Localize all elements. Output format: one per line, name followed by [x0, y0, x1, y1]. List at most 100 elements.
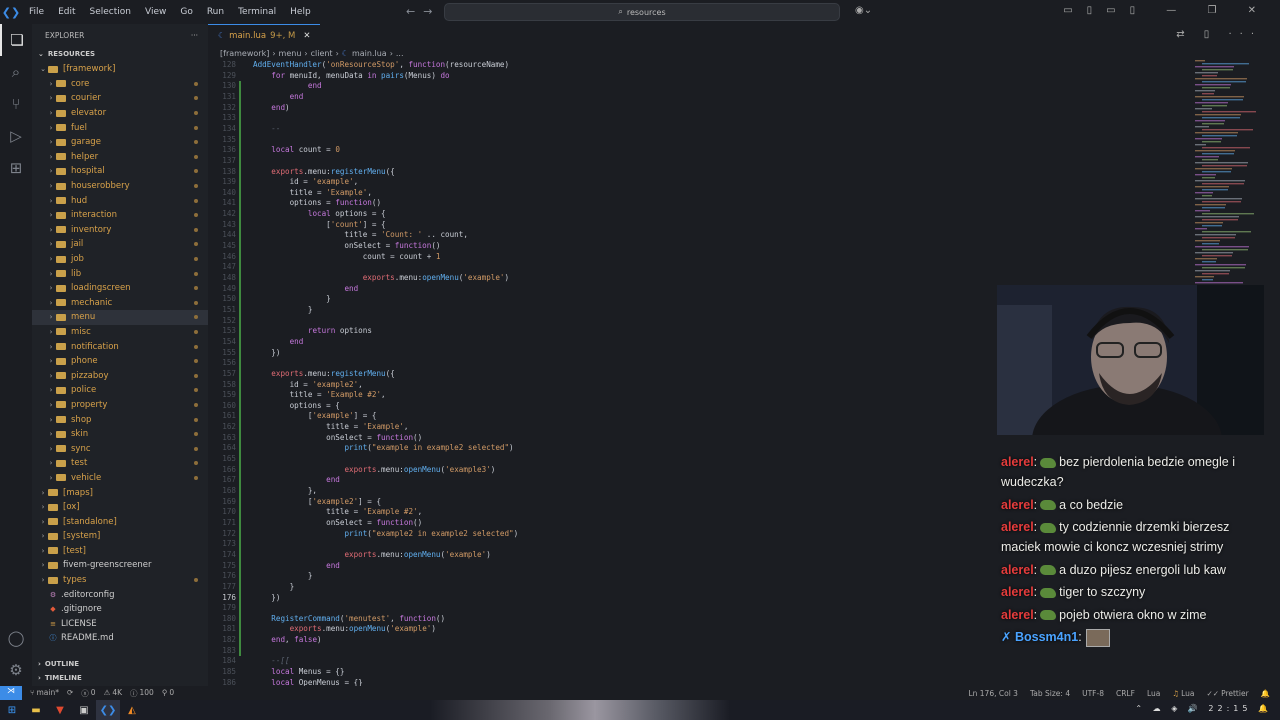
folder-item[interactable]: › menu [32, 310, 208, 325]
folder-item[interactable]: › [ox] [32, 500, 208, 515]
folder-item[interactable]: › courier [32, 91, 208, 106]
menu-view[interactable]: View [138, 7, 173, 17]
code-line[interactable]: id = 'example2', [253, 380, 363, 389]
folder-item[interactable]: › skin [32, 427, 208, 442]
run-debug-icon[interactable]: ▷ [0, 120, 32, 152]
close-icon[interactable]: ✕ [303, 31, 310, 41]
code-line[interactable]: ['example'] = { [253, 411, 377, 420]
menu-terminal[interactable]: Terminal [231, 7, 283, 17]
folder-item[interactable]: › misc [32, 325, 208, 340]
timeline-section[interactable]: › TIMELINE [32, 670, 82, 686]
minimap[interactable] [1191, 60, 1273, 305]
folder-item[interactable]: › phone [32, 354, 208, 369]
code-line[interactable]: end [253, 337, 304, 346]
code-line[interactable]: print("example in example2 selected") [253, 443, 513, 452]
code-line[interactable]: print("example2 in example2 selected") [253, 529, 518, 538]
crumb-more[interactable]: ... [396, 49, 404, 58]
folder-item[interactable]: › hud [32, 193, 208, 208]
code-line[interactable]: end [253, 92, 304, 101]
folder-item[interactable]: › [test] [32, 544, 208, 559]
folder-item[interactable]: › loadingscreen [32, 281, 208, 296]
code-line[interactable]: -- [253, 124, 280, 133]
chevron-right-icon[interactable]: › [46, 386, 56, 394]
code-line[interactable]: local Menus = {} [253, 667, 344, 676]
folder-item[interactable]: › job [32, 252, 208, 267]
ports-count[interactable]: 0 [169, 688, 174, 699]
code-line[interactable]: exports.menu:registerMenu({ [253, 369, 394, 378]
folder-item[interactable]: › [system] [32, 529, 208, 544]
code-line[interactable]: ['count'] = { [253, 220, 385, 229]
resources-section[interactable]: ⌄ RESOURCES [32, 46, 208, 62]
error-count[interactable]: 0 [91, 688, 96, 699]
chevron-right-icon[interactable]: › [46, 459, 56, 467]
menu-selection[interactable]: Selection [83, 7, 138, 17]
chevron-right-icon[interactable]: › [46, 182, 56, 190]
line-ending[interactable]: CRLF [1116, 689, 1135, 698]
folder-item[interactable]: › shop [32, 412, 208, 427]
code-line[interactable]: options = { [253, 401, 340, 410]
chevron-right-icon[interactable]: › [38, 518, 48, 526]
code-line[interactable]: } [253, 582, 295, 591]
code-line[interactable]: title = 'Count: ' .. count, [253, 230, 467, 239]
code-line[interactable]: exports.menu:openMenu('example3') [253, 465, 495, 474]
chevron-right-icon[interactable]: › [38, 503, 48, 511]
crumb-file[interactable]: main.lua [352, 49, 387, 58]
chevron-right-icon[interactable]: › [38, 532, 48, 540]
chevron-right-icon[interactable]: › [46, 153, 56, 161]
tab-size[interactable]: Tab Size: 4 [1030, 689, 1070, 698]
folder-item[interactable]: › [maps] [32, 485, 208, 500]
code-line[interactable]: RegisterCommand('menutest', function() [253, 614, 445, 623]
folder-item[interactable]: › notification [32, 339, 208, 354]
code-line[interactable]: id = 'example', [253, 177, 359, 186]
remote-icon[interactable]: ⋊ [0, 686, 22, 700]
system-tray[interactable]: ⌃ ☁ ◈ 🔊 22:15 🔔 [1135, 704, 1272, 713]
menu-edit[interactable]: Edit [51, 7, 82, 17]
gear-icon[interactable]: ⚙ [0, 654, 32, 686]
folder-item[interactable]: › pizzaboy [32, 368, 208, 383]
info-count[interactable]: 100 [140, 688, 154, 699]
code-line[interactable]: title = 'Example', [253, 188, 372, 197]
file-explorer-icon[interactable]: ▬ [24, 700, 48, 720]
code-line[interactable]: count = count + 1 [253, 252, 441, 261]
code-line[interactable]: options = function() [253, 198, 381, 207]
windows-start-icon[interactable]: ⊞ [0, 700, 24, 720]
folder-item[interactable]: ⌄ [framework] [32, 62, 208, 77]
warning-count[interactable]: 4K [112, 688, 122, 699]
chevron-right-icon[interactable]: › [46, 226, 56, 234]
code-line[interactable]: end, false) [253, 635, 321, 644]
chevron-right-icon[interactable]: › [46, 343, 56, 351]
code-line[interactable]: }, [253, 486, 317, 495]
chevron-right-icon[interactable]: › [46, 357, 56, 365]
chevron-right-icon[interactable]: › [46, 474, 56, 482]
account-icon[interactable]: ◯ [0, 622, 32, 654]
code-line[interactable]: AddEventHandler('onResourceStop', functi… [253, 60, 509, 69]
chevron-right-icon[interactable]: › [46, 255, 56, 263]
code-line[interactable]: }) [253, 593, 280, 602]
code-line[interactable]: }) [253, 348, 280, 357]
chevron-right-icon[interactable]: › [46, 299, 56, 307]
encoding[interactable]: UTF-8 [1082, 689, 1104, 698]
chevron-right-icon[interactable]: › [46, 197, 56, 205]
vscode-icon[interactable]: ❮❯ [96, 700, 120, 720]
branch-label[interactable]: main* [37, 688, 60, 699]
chevron-right-icon[interactable]: › [46, 430, 56, 438]
chevron-right-icon[interactable]: › [46, 416, 56, 424]
folder-item[interactable]: › inventory [32, 223, 208, 238]
code-line[interactable]: for menuId, menuData in pairs(Menus) do [253, 71, 449, 80]
code-line[interactable]: return options [253, 326, 372, 335]
code-line[interactable]: end [253, 284, 358, 293]
code-line[interactable]: end [253, 475, 340, 484]
folder-item[interactable]: › houserobbery [32, 179, 208, 194]
code-line[interactable]: exports.menu:registerMenu({ [253, 167, 394, 176]
code-line[interactable]: exports.menu:openMenu('example') [253, 273, 509, 282]
file-item[interactable]: ≡ LICENSE [32, 617, 208, 632]
folder-item[interactable]: › hospital [32, 164, 208, 179]
folder-item[interactable]: › lib [32, 266, 208, 281]
chevron-down-icon[interactable]: ⌄ [38, 65, 48, 73]
code-line[interactable]: end [253, 561, 340, 570]
chevron-right-icon[interactable]: › [46, 80, 56, 88]
code-line[interactable]: title = 'Example #2', [253, 507, 422, 516]
code-line[interactable]: } [253, 305, 313, 314]
chevron-right-icon[interactable]: › [46, 138, 56, 146]
chevron-right-icon[interactable]: › [38, 576, 48, 584]
